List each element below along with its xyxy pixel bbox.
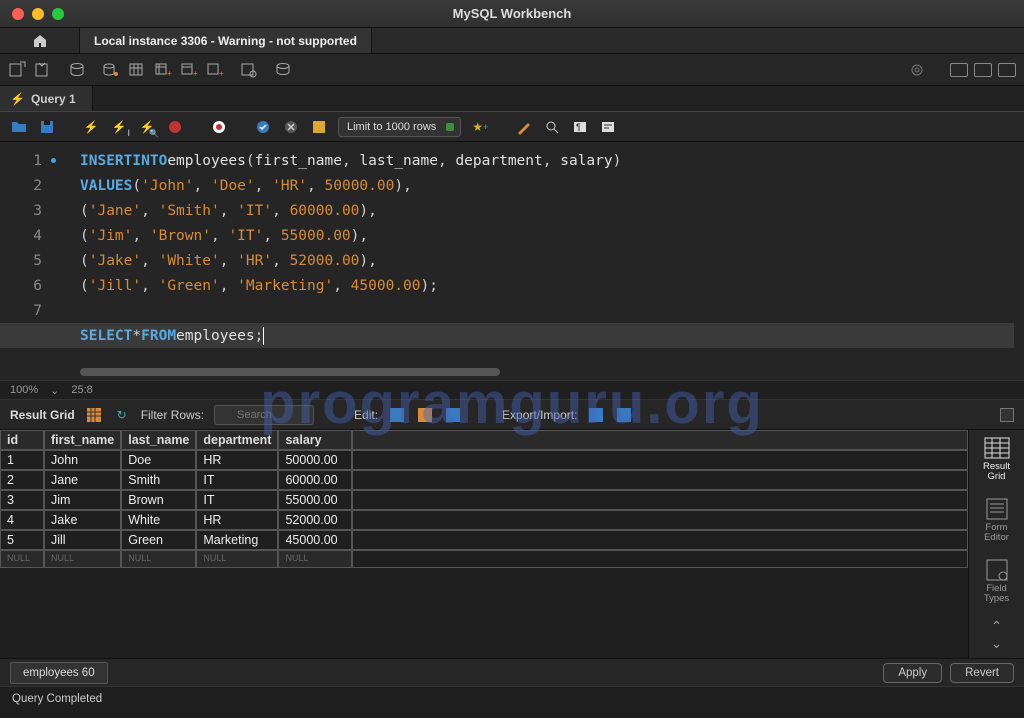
export-import-label: Export/Import: — [502, 408, 577, 422]
add-table-icon[interactable]: + — [154, 61, 172, 79]
panel-right-toggle[interactable] — [998, 63, 1016, 77]
inspector-icon[interactable] — [68, 61, 86, 79]
rail-collapse[interactable]: ⌃ ⌄ — [991, 619, 1003, 652]
export-icon[interactable] — [587, 406, 605, 424]
table-row: 1JohnDoeHR50000.00 — [0, 450, 968, 470]
status-text: Query Completed — [12, 693, 102, 705]
table-header-row: id first_name last_name department salar… — [0, 430, 968, 450]
status-footer: Query Completed — [0, 686, 1024, 710]
add-row-icon[interactable] — [416, 406, 434, 424]
zoom-level[interactable]: 100% — [10, 384, 38, 396]
result-grid-label: Result Grid — [10, 408, 75, 422]
add-view-icon[interactable]: + — [180, 61, 198, 79]
editor-statusline: 100% ⌄ 25:8 — [0, 380, 1024, 400]
svg-text:¶: ¶ — [576, 122, 581, 132]
panel-left-toggle[interactable] — [950, 63, 968, 77]
col-id[interactable]: id — [0, 430, 44, 450]
table-row: 2JaneSmithIT60000.00 — [0, 470, 968, 490]
connection-tabbar: Local instance 3306 - Warning - not supp… — [0, 28, 1024, 54]
gutter: 1 2 3 4 5 6 7 8 — [0, 142, 60, 348]
favorite-icon[interactable]: ★+ — [471, 118, 489, 136]
open-sql-icon[interactable] — [34, 61, 52, 79]
bolt-icon: ⚡ — [10, 92, 25, 106]
limit-selector-label: Limit to 1000 rows — [347, 121, 436, 133]
search-table-icon[interactable] — [240, 61, 258, 79]
connection-tab-label: Local instance 3306 - Warning - not supp… — [94, 34, 357, 48]
add-routine-icon[interactable]: + — [206, 61, 224, 79]
wrap-icon[interactable] — [599, 118, 617, 136]
execute-icon[interactable]: ⚡ — [82, 118, 100, 136]
toggle-autocommit-icon[interactable] — [210, 118, 228, 136]
edit-label: Edit: — [354, 408, 378, 422]
save-icon[interactable] — [38, 118, 56, 136]
panel-bottom-toggle[interactable] — [974, 63, 992, 77]
filter-search-input[interactable] — [214, 405, 314, 425]
execute-current-icon[interactable]: ⚡I — [110, 118, 128, 136]
col-salary[interactable]: salary — [278, 430, 352, 450]
refresh-icon[interactable]: ↻ — [113, 406, 131, 424]
open-file-icon[interactable] — [10, 118, 28, 136]
table-row: 3JimBrownIT55000.00 — [0, 490, 968, 510]
find-icon[interactable] — [543, 118, 561, 136]
svg-text:+: + — [193, 69, 198, 78]
connection-tab[interactable]: Local instance 3306 - Warning - not supp… — [80, 28, 372, 53]
rail-field-types[interactable]: Field Types — [983, 558, 1011, 605]
import-icon[interactable] — [615, 406, 633, 424]
toggle-ws-icon[interactable] — [310, 118, 328, 136]
stop-icon[interactable] — [166, 118, 184, 136]
editor-toolbar: ⚡ ⚡I ⚡🔍 Limit to 1000 rows ★+ ¶ — [0, 112, 1024, 142]
explain-icon[interactable]: ⚡🔍 — [138, 118, 156, 136]
result-tab[interactable]: employees 60 — [10, 662, 108, 684]
schema-icon[interactable] — [102, 61, 120, 79]
col-last-name[interactable]: last_name — [121, 430, 196, 450]
invisibles-icon[interactable]: ¶ — [571, 118, 589, 136]
table-null-row: NULLNULLNULLNULLNULL — [0, 550, 968, 568]
apply-button[interactable]: Apply — [883, 663, 942, 683]
limit-selector[interactable]: Limit to 1000 rows — [338, 117, 461, 137]
reconnect-icon[interactable] — [274, 61, 292, 79]
zoom-chevron-icon[interactable]: ⌄ — [50, 384, 59, 397]
svg-text:+: + — [167, 69, 172, 78]
result-toolbar: Result Grid ↻ Filter Rows: 🔍 Edit: Expor… — [0, 400, 1024, 430]
main-toolbar: + + + — [0, 54, 1024, 86]
home-icon — [31, 32, 49, 50]
code-area: INSERT INTO employees (first_name, last_… — [80, 142, 1014, 348]
new-sql-tab-icon[interactable] — [8, 61, 26, 79]
rollback-icon[interactable] — [282, 118, 300, 136]
result-grid[interactable]: id first_name last_name department salar… — [0, 430, 968, 568]
delete-row-icon[interactable] — [444, 406, 462, 424]
filter-rows-label: Filter Rows: — [141, 408, 204, 422]
result-tabbar: employees 60 Apply Revert — [0, 658, 1024, 686]
revert-button[interactable]: Revert — [950, 663, 1014, 683]
beautify-icon[interactable] — [515, 118, 533, 136]
table-row: 4JakeWhiteHR52000.00 — [0, 510, 968, 530]
grid-view-icon[interactable] — [85, 406, 103, 424]
cursor-position: 25:8 — [71, 384, 92, 396]
results-area: ▶ id first_name last_name department sal… — [0, 430, 1024, 658]
col-first-name[interactable]: first_name — [44, 430, 121, 450]
query-tab-label: Query 1 — [31, 92, 76, 106]
side-rail: Result Grid Form Editor Field Types ⌃ ⌄ — [968, 430, 1024, 658]
col-department[interactable]: department — [196, 430, 278, 450]
window-title: MySQL Workbench — [0, 6, 1024, 21]
rail-result-grid[interactable]: Result Grid — [983, 436, 1011, 483]
rail-form-editor[interactable]: Form Editor — [983, 497, 1011, 544]
query-tab[interactable]: ⚡ Query 1 — [0, 86, 93, 111]
commit-icon[interactable] — [254, 118, 272, 136]
settings-gear-icon[interactable] — [908, 61, 926, 79]
table-row: 5JillGreenMarketing45000.00 — [0, 530, 968, 550]
wrap-cell-checkbox[interactable] — [1000, 408, 1014, 422]
table-icon[interactable] — [128, 61, 146, 79]
query-tabbar: ⚡ Query 1 — [0, 86, 1024, 112]
editor-hscrollbar[interactable] — [80, 368, 500, 376]
svg-text:+: + — [219, 69, 224, 78]
home-tab[interactable] — [0, 28, 80, 53]
sql-editor[interactable]: 1 2 3 4 5 6 7 8 INSERT INTO employees (f… — [0, 142, 1024, 380]
edit-row-icon[interactable] — [388, 406, 406, 424]
titlebar: MySQL Workbench — [0, 0, 1024, 28]
